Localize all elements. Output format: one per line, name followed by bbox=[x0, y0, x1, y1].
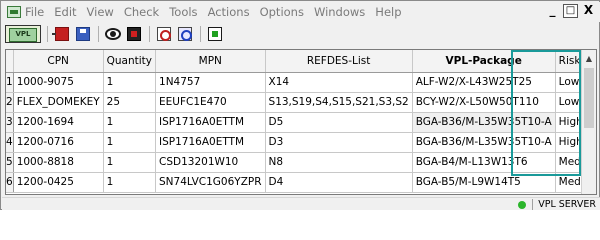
save-button[interactable] bbox=[74, 25, 92, 43]
component-icon bbox=[208, 27, 222, 41]
cell-vpl-package[interactable]: BGA-B36/M-L35W35T10-A bbox=[412, 132, 556, 153]
column-header-cpn[interactable]: CPN bbox=[13, 50, 104, 73]
menu-view[interactable]: View bbox=[87, 2, 114, 22]
close-button[interactable]: X bbox=[581, 4, 596, 18]
cell-mpn[interactable]: EEUFC1E470 bbox=[155, 92, 266, 113]
cell-mpn[interactable]: 1N4757 bbox=[155, 72, 266, 93]
cell-mpn[interactable]: SN74LVC1G06YZPR bbox=[155, 172, 266, 193]
cell-quantity[interactable]: 1 bbox=[103, 112, 157, 133]
table-row[interactable]: 6 1200-0425 1 SN74LVC1G06YZPR D4 BGA-B5/M-L9W… bbox=[6, 172, 596, 193]
cell-mpn[interactable]: CSD13201W10 bbox=[155, 152, 266, 173]
cell-vpl-package[interactable]: BCY-W2/X-L50W50T110 bbox=[412, 92, 556, 113]
status-bar: VPL SERVER bbox=[2, 197, 600, 210]
corner-cell bbox=[6, 50, 14, 73]
cell-quantity[interactable]: 25 bbox=[103, 92, 157, 113]
cell-refdes[interactable]: N8 bbox=[265, 152, 413, 173]
toolbar-separator bbox=[149, 26, 150, 42]
status-separator bbox=[532, 199, 534, 210]
menu-help[interactable]: Help bbox=[375, 2, 401, 22]
minimize-button[interactable]: _ bbox=[545, 4, 560, 18]
toolbar: VPL bbox=[5, 23, 597, 45]
find-button[interactable] bbox=[155, 25, 173, 43]
cell-mpn[interactable]: ISP1716A0ETTM bbox=[155, 132, 266, 153]
table-row[interactable]: 3 1200-1694 1 ISP1716A0ETTM D5 BGA-B36/M-L35W… bbox=[6, 112, 596, 133]
menu-tools[interactable]: Tools bbox=[169, 2, 197, 22]
find-icon bbox=[157, 27, 171, 41]
cell-vpl-package[interactable]: BGA-B36/M-L35W35T10-A bbox=[412, 112, 556, 133]
find-next-button[interactable] bbox=[176, 25, 194, 43]
row-number[interactable]: 1 bbox=[6, 72, 14, 93]
column-header-refdes[interactable]: REFDES-List bbox=[265, 50, 413, 73]
bom-table: CPN Quantity MPN REFDES-List VPL-Package… bbox=[6, 50, 596, 193]
row-number[interactable]: 4 bbox=[6, 132, 14, 153]
cell-refdes[interactable]: S13,S19,S4,S15,S21,S3,S2 bbox=[265, 92, 413, 113]
table-row[interactable]: 2 FLEX_DOMEKEY 25 EEUFC1E470 S13,S19,S4,S15,… bbox=[6, 92, 596, 113]
menu-actions[interactable]: Actions bbox=[208, 2, 250, 22]
menu-check[interactable]: Check bbox=[124, 2, 159, 22]
cell-vpl-package[interactable]: BGA-B4/M-L13W13T6 bbox=[412, 152, 556, 173]
connection-status-icon bbox=[518, 200, 527, 209]
menu-file[interactable]: File bbox=[25, 2, 44, 22]
app-window: File Edit View Check Tools Actions Optio… bbox=[0, 0, 600, 210]
column-header-mpn[interactable]: MPN bbox=[155, 50, 266, 73]
header-row: CPN Quantity MPN REFDES-List VPL-Package… bbox=[6, 50, 596, 73]
chip-icon bbox=[127, 27, 141, 41]
row-number[interactable]: 6 bbox=[6, 172, 14, 193]
table-row[interactable]: 1 1000-9075 1 1N4757 X14 ALF-W2/X-L43W25T25 Lo… bbox=[6, 72, 596, 93]
cell-cpn[interactable]: 1200-1694 bbox=[13, 112, 104, 133]
column-header-quantity[interactable]: Quantity bbox=[103, 50, 157, 73]
component-button[interactable] bbox=[206, 25, 224, 43]
menu-bar: File Edit View Check Tools Actions Optio… bbox=[2, 2, 600, 22]
cell-quantity[interactable]: 1 bbox=[103, 172, 157, 193]
server-name: VPL SERVER bbox=[538, 199, 596, 210]
cell-quantity[interactable]: 1 bbox=[103, 72, 157, 93]
cell-cpn[interactable]: 1000-8818 bbox=[13, 152, 104, 173]
menu-windows[interactable]: Windows bbox=[314, 2, 365, 22]
cell-refdes[interactable]: D4 bbox=[265, 172, 413, 193]
cell-quantity[interactable]: 1 bbox=[103, 152, 157, 173]
cell-mpn[interactable]: ISP1716A0ETTM bbox=[155, 112, 266, 133]
vertical-scrollbar[interactable]: ▲ bbox=[581, 50, 596, 194]
cell-vpl-package[interactable]: ALF-W2/X-L43W25T25 bbox=[412, 72, 556, 93]
cell-refdes[interactable]: X14 bbox=[265, 72, 413, 93]
scroll-up-icon[interactable]: ▲ bbox=[582, 50, 596, 66]
cell-vpl-package[interactable]: BGA-B5/M-L9W14T5 bbox=[412, 172, 556, 193]
cell-cpn[interactable]: 1200-0425 bbox=[13, 172, 104, 193]
cell-quantity[interactable]: 1 bbox=[103, 132, 157, 153]
table-row[interactable]: 5 1000-8818 1 CSD13201W10 N8 BGA-B4/M-L13W13T… bbox=[6, 152, 596, 173]
cell-refdes[interactable]: D3 bbox=[265, 132, 413, 153]
vpl-icon: VPL bbox=[5, 25, 41, 43]
restore-button[interactable]: □ bbox=[563, 4, 578, 18]
server-status: VPL SERVER bbox=[518, 198, 596, 211]
row-number[interactable]: 5 bbox=[6, 152, 14, 173]
window-controls: _ □ X bbox=[545, 4, 596, 18]
toolbar-separator bbox=[200, 26, 201, 42]
toolbar-separator bbox=[98, 26, 99, 42]
chip-button[interactable] bbox=[125, 25, 143, 43]
save-icon bbox=[76, 27, 90, 41]
import-button[interactable] bbox=[52, 25, 71, 43]
cell-cpn[interactable]: 1000-9075 bbox=[13, 72, 104, 93]
menu-options[interactable]: Options bbox=[260, 2, 304, 22]
cell-cpn[interactable]: 1200-0716 bbox=[13, 132, 104, 153]
import-icon bbox=[52, 27, 69, 41]
scroll-thumb[interactable] bbox=[584, 68, 594, 128]
view-icon bbox=[105, 28, 121, 40]
row-number[interactable]: 2 bbox=[6, 92, 14, 113]
app-icon bbox=[7, 6, 21, 18]
table-row[interactable]: 4 1200-0716 1 ISP1716A0ETTM D3 BGA-B36/M-L35W… bbox=[6, 132, 596, 153]
menu-edit[interactable]: Edit bbox=[54, 2, 76, 22]
find-next-icon bbox=[178, 27, 192, 41]
cell-refdes[interactable]: D5 bbox=[265, 112, 413, 133]
bom-grid: CPN Quantity MPN REFDES-List VPL-Package… bbox=[5, 49, 597, 195]
column-header-vpl-package[interactable]: VPL-Package bbox=[412, 50, 556, 73]
view-button[interactable] bbox=[104, 25, 122, 43]
vpl-button[interactable]: VPL bbox=[5, 25, 41, 43]
row-number[interactable]: 3 bbox=[6, 112, 14, 133]
vpl-label: VPL bbox=[15, 30, 31, 38]
toolbar-separator bbox=[47, 26, 48, 42]
cell-cpn[interactable]: FLEX_DOMEKEY bbox=[13, 92, 104, 113]
